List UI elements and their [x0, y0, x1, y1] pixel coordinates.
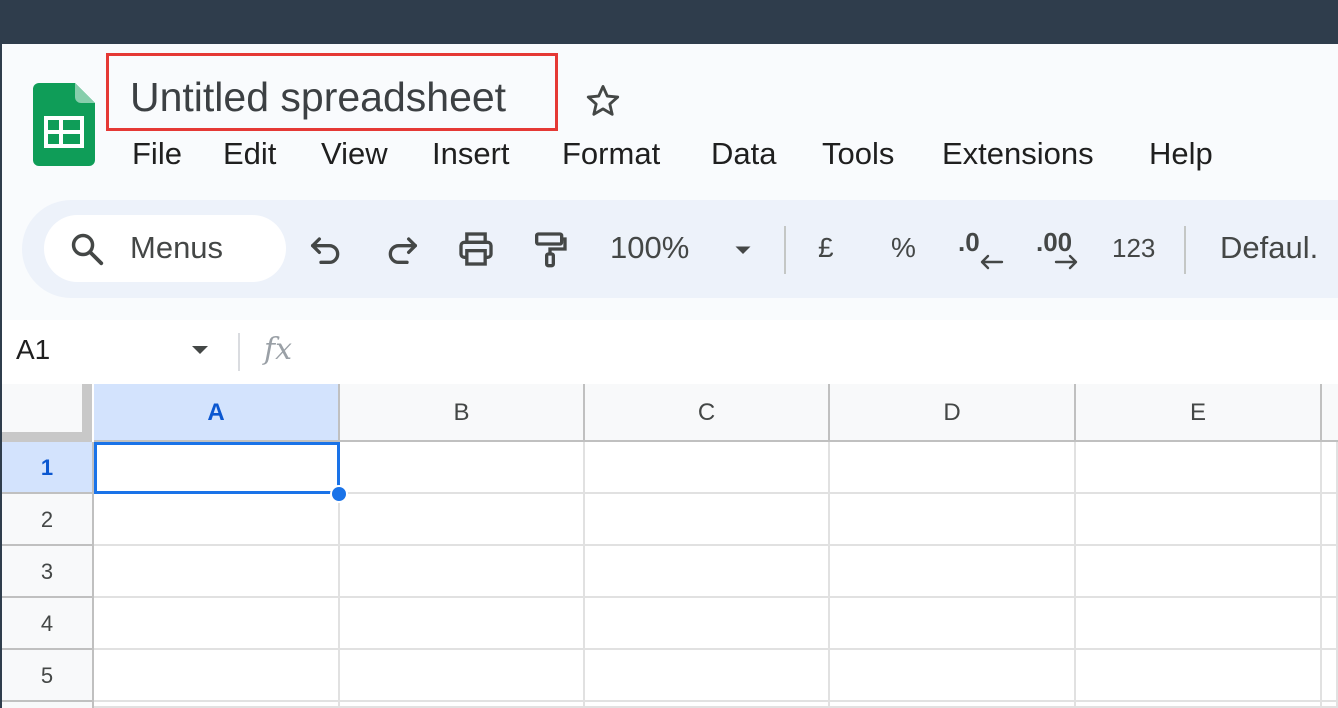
cell-c6[interactable] — [585, 702, 830, 708]
cell-e1[interactable] — [1076, 442, 1322, 494]
cell-e4[interactable] — [1076, 598, 1322, 650]
formula-separator — [238, 333, 240, 371]
print-icon[interactable] — [456, 229, 496, 269]
cell-d2[interactable] — [830, 494, 1076, 546]
cell-b4[interactable] — [340, 598, 585, 650]
chevron-down-icon[interactable] — [728, 229, 758, 269]
row-header-4[interactable]: 4 — [2, 598, 94, 650]
menu-format[interactable]: Format — [562, 134, 660, 174]
cell-b5[interactable] — [340, 650, 585, 702]
redo-icon[interactable] — [382, 229, 422, 269]
cell-b2[interactable] — [340, 494, 585, 546]
search-menus-label: Menus — [130, 230, 224, 265]
row-header-1[interactable]: 1 — [2, 442, 94, 494]
column-header-b[interactable]: B — [340, 384, 585, 442]
toolbar-separator — [1184, 226, 1186, 274]
menu-data[interactable]: Data — [711, 134, 776, 174]
cell-d1[interactable] — [830, 442, 1076, 494]
fx-icon: fx — [264, 332, 293, 367]
cell-e2[interactable] — [1076, 494, 1322, 546]
cell-a3[interactable] — [94, 546, 340, 598]
cell-a2[interactable] — [94, 494, 340, 546]
undo-icon[interactable] — [306, 229, 346, 269]
document-title[interactable]: Untitled spreadsheet — [130, 72, 506, 122]
row-header-3[interactable]: 3 — [2, 546, 94, 598]
cell-b3[interactable] — [340, 546, 585, 598]
cell-d3[interactable] — [830, 546, 1076, 598]
fill-handle[interactable] — [330, 485, 348, 503]
cell-e5[interactable] — [1076, 650, 1322, 702]
arrow-right-icon — [1054, 254, 1078, 270]
selected-cell-a1[interactable] — [94, 442, 340, 494]
menu-extensions[interactable]: Extensions — [942, 134, 1094, 174]
arrow-left-icon — [980, 254, 1004, 270]
cell-e6[interactable] — [1076, 702, 1322, 708]
name-box[interactable]: A1 — [16, 332, 50, 368]
cell-f1[interactable] — [1322, 442, 1338, 494]
column-header-f[interactable] — [1322, 384, 1338, 442]
zoom-value[interactable]: 100% — [610, 228, 689, 268]
column-header-d[interactable]: D — [830, 384, 1076, 442]
search-icon — [71, 233, 104, 266]
cell-c4[interactable] — [585, 598, 830, 650]
menu-view[interactable]: View — [321, 134, 388, 174]
window-top-bar — [0, 0, 1338, 44]
toolbar-separator — [784, 226, 786, 274]
cell-b1[interactable] — [340, 442, 585, 494]
cell-f5[interactable] — [1322, 650, 1338, 702]
currency-format-button[interactable]: £ — [818, 228, 834, 268]
more-formats-button[interactable]: 123 — [1112, 228, 1155, 268]
cell-b6[interactable] — [340, 702, 585, 708]
sheets-logo-icon[interactable] — [33, 83, 95, 166]
cell-c2[interactable] — [585, 494, 830, 546]
cell-d4[interactable] — [830, 598, 1076, 650]
menu-help[interactable]: Help — [1149, 134, 1213, 174]
paint-format-icon[interactable] — [530, 229, 570, 269]
cell-c1[interactable] — [585, 442, 830, 494]
cell-c3[interactable] — [585, 546, 830, 598]
cell-a5[interactable] — [94, 650, 340, 702]
cell-a4[interactable] — [94, 598, 340, 650]
cell-f6[interactable] — [1322, 702, 1338, 708]
row-header-2[interactable]: 2 — [2, 494, 94, 546]
column-header-c[interactable]: C — [585, 384, 830, 442]
row-header-5[interactable]: 5 — [2, 650, 94, 702]
star-icon[interactable] — [584, 82, 622, 120]
menu-edit[interactable]: Edit — [223, 134, 276, 174]
menu-file[interactable]: File — [132, 134, 182, 174]
cell-a6[interactable] — [94, 702, 340, 708]
row-header-6[interactable] — [2, 702, 94, 708]
cell-d6[interactable] — [830, 702, 1076, 708]
column-header-e[interactable]: E — [1076, 384, 1322, 442]
cell-f4[interactable] — [1322, 598, 1338, 650]
chevron-down-icon[interactable] — [188, 341, 212, 359]
column-header-a[interactable]: A — [94, 384, 340, 442]
menu-tools[interactable]: Tools — [822, 134, 894, 174]
menu-insert[interactable]: Insert — [432, 134, 510, 174]
percent-format-button[interactable]: % — [891, 228, 916, 268]
cell-d5[interactable] — [830, 650, 1076, 702]
font-family-select[interactable]: Defaul. — [1220, 228, 1318, 268]
cell-c5[interactable] — [585, 650, 830, 702]
spreadsheet-grid: A B C D E 1 2 3 4 5 — [2, 384, 1338, 708]
frozen-row-divider[interactable] — [2, 432, 92, 442]
decrease-decimal-button[interactable]: .0 — [958, 222, 980, 262]
cell-f2[interactable] — [1322, 494, 1338, 546]
cell-e3[interactable] — [1076, 546, 1322, 598]
cell-f3[interactable] — [1322, 546, 1338, 598]
